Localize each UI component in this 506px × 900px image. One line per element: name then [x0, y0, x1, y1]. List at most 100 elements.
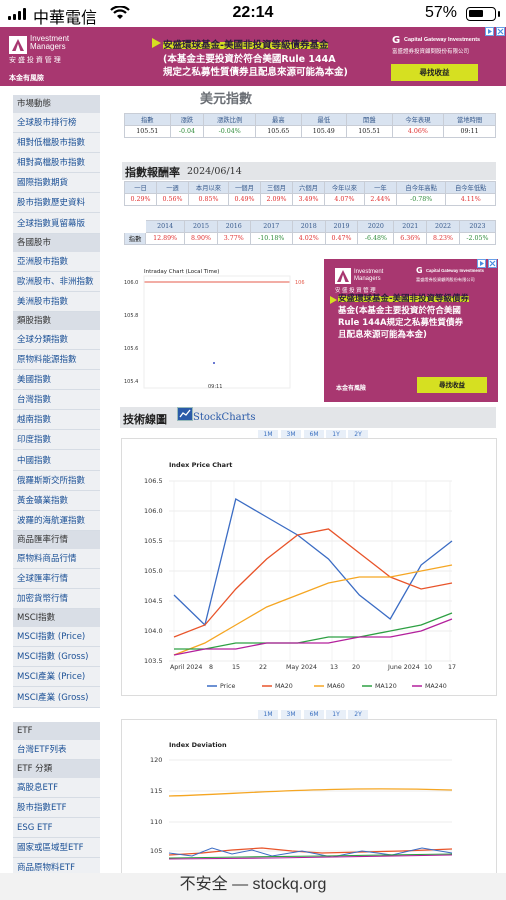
- returns-value: 0.29%: [123, 193, 158, 206]
- sidebar-item[interactable]: 全球匯率行情: [13, 569, 100, 589]
- sidebar-item[interactable]: 股市指數歷史資料: [13, 193, 100, 214]
- sidebar-item[interactable]: 全球股市排行榜: [13, 113, 100, 133]
- sidebar-item[interactable]: MSCI指數 (Gross): [13, 647, 100, 668]
- sidebar-item[interactable]: 國際指數期貨: [13, 173, 100, 194]
- ad-info-icon[interactable]: [485, 27, 494, 36]
- yearly-corner: [123, 220, 147, 233]
- ad-brand-cn: 安 盛 投 資 管 理: [9, 57, 61, 64]
- quote-value: -0.04: [169, 125, 205, 138]
- range-button-3m[interactable]: 3M: [281, 710, 301, 719]
- ad-close-icon[interactable]: [496, 27, 505, 36]
- yearly-header: 2018: [291, 220, 326, 233]
- range-button-6m[interactable]: 6M: [304, 710, 324, 719]
- top-ad-banner[interactable]: Investment Managers 安 盛 投 資 管 理 本金有風險 安盛…: [0, 27, 506, 86]
- ad-partner-1: Capital Gateway Investments: [404, 37, 481, 43]
- series-line-price: [173, 498, 453, 627]
- sidebar-item[interactable]: 俄羅斯斯交所指數: [13, 471, 100, 491]
- ad-close-icon[interactable]: [488, 259, 497, 268]
- side-ad-headline-1: 安盛環球基金-美國非投資等級債券: [338, 294, 470, 304]
- yearly-table: 2014 2015 2016 2017 2018 2019 2020 2021 2022 2023…: [123, 220, 497, 245]
- sidebar-item[interactable]: 商品原物料ETF: [13, 858, 100, 873]
- quote-header: 當地時間: [443, 113, 496, 126]
- sidebar-item[interactable]: 黃金礦業指數: [13, 491, 100, 511]
- quote-value: -0.04%: [203, 125, 257, 138]
- sidebar-item[interactable]: MSCI指數 (Price): [13, 627, 100, 648]
- returns-value: 2.09%: [259, 193, 293, 206]
- sidebar-item[interactable]: 美洲股市指數: [13, 292, 100, 312]
- price-xtick: 8: [209, 664, 213, 671]
- quote-value: 09:11: [443, 125, 496, 138]
- arrow-icon: [152, 38, 161, 48]
- sidebar-item[interactable]: 印度指數: [13, 430, 100, 451]
- sidebar-item[interactable]: MSCI產業 (Gross): [13, 688, 100, 708]
- range-button-1m[interactable]: 1M: [258, 710, 278, 719]
- arrow-icon: [330, 296, 337, 304]
- axa-logo-icon: [9, 36, 27, 54]
- sidebar-section-header: 各國股市: [13, 233, 100, 252]
- sidebar-item[interactable]: 歐洲股市、非洲指數: [13, 272, 100, 292]
- quote-header: 開盤: [346, 113, 393, 126]
- sidebar-item[interactable]: 加密貨幣行情: [13, 589, 100, 610]
- sidebar-item[interactable]: 台灣指數: [13, 390, 100, 411]
- url-bar[interactable]: 不安全 — stockq.org: [0, 873, 506, 900]
- sidebar-item[interactable]: 中國指數: [13, 451, 100, 471]
- yearly-header: 2017: [249, 220, 293, 233]
- ad-headline-3: 規定之私募性質債券且配息來源可能為本金): [163, 67, 348, 78]
- yearly-value: 12.89%: [145, 232, 186, 245]
- price-ytick: 103.5: [144, 657, 163, 665]
- stockcharts-logo-icon[interactable]: [177, 407, 193, 421]
- side-ad-cta-button[interactable]: 尋找收益: [417, 377, 487, 393]
- price-ytick: 105.0: [144, 567, 163, 575]
- price-chart-title: Index Price Chart: [169, 461, 232, 469]
- returns-value: 4.11%: [445, 193, 496, 206]
- price-xtick: 22: [259, 664, 267, 671]
- side-ad-headline-2: 基金(本基金主要投資於符合美國: [338, 306, 461, 316]
- sidebar-item[interactable]: 高股息ETF: [13, 778, 100, 798]
- sidebar-item[interactable]: MSCI產業 (Price): [13, 667, 100, 688]
- ad-partner-2: 富盛證券投資顧問股份有限公司: [392, 49, 470, 55]
- sidebar-item[interactable]: ESG ETF: [13, 818, 100, 838]
- sidebar-item[interactable]: 相對高檔股市指數: [13, 153, 100, 174]
- sidebar-section-header: 市場動態: [13, 95, 100, 113]
- quote-value: 4.06%: [391, 125, 445, 138]
- yearly-value: 0.47%: [324, 232, 359, 245]
- sidebar-item[interactable]: 全球指數覓留幕版: [13, 214, 100, 234]
- side-ad-banner[interactable]: Investment Managers 安 盛 投 資 管 理 G Capita…: [324, 259, 498, 402]
- sidebar-item[interactable]: 相對低檔股市指數: [13, 133, 100, 154]
- deviation-chart-title: Index Deviation: [169, 741, 227, 749]
- ad-headline-1: 安盛環球基金-美國非投資等級債券基金: [163, 40, 329, 51]
- battery-icon: [466, 7, 500, 21]
- sidebar-item[interactable]: 全球分類指數: [13, 330, 100, 350]
- sidebar-item[interactable]: 美國指數: [13, 370, 100, 391]
- sidebar-item[interactable]: 亞洲股市指數: [13, 252, 100, 272]
- stockcharts-link[interactable]: StockCharts: [193, 412, 256, 423]
- returns-value: 0.49%: [227, 193, 261, 206]
- sidebar-item[interactable]: 台灣ETF列表: [13, 740, 100, 760]
- legend-label: MA60: [327, 683, 345, 690]
- deviation-ma20-line: [168, 847, 453, 856]
- intraday-plot-area: [143, 275, 291, 389]
- sidebar-item[interactable]: 股市指數ETF: [13, 798, 100, 818]
- range-button-2y[interactable]: 2Y: [348, 710, 368, 719]
- range-button-1y[interactable]: 1Y: [326, 710, 346, 719]
- quote-value: 105.51: [124, 125, 171, 138]
- sidebar-item[interactable]: 原物料能源指數: [13, 350, 100, 370]
- legend-label: MA20: [275, 683, 293, 690]
- sidebar-item[interactable]: 國家或區域型ETF: [13, 838, 100, 858]
- price-ytick: 105.5: [144, 537, 163, 545]
- ad-cta-button[interactable]: 尋找收益: [391, 64, 478, 81]
- sidebar-item[interactable]: 越南指數: [13, 410, 100, 431]
- returns-value: 2.44%: [363, 193, 397, 206]
- price-xtick: 15: [232, 664, 240, 671]
- sidebar-section-header: 商品匯率行情: [13, 530, 100, 549]
- legend-label: Price: [220, 683, 235, 690]
- sidebar-section-header: ETF: [13, 721, 100, 740]
- sidebar-item[interactable]: 原物料商品行情: [13, 549, 100, 569]
- ad-info-icon[interactable]: [477, 259, 486, 268]
- returns-date: 2024/06/14: [187, 166, 242, 177]
- sidebar-section-header: ETF 分類: [13, 759, 100, 778]
- sidebar-item[interactable]: 波羅的海航運指數: [13, 511, 100, 531]
- yearly-value: 3.77%: [216, 232, 251, 245]
- returns-header-cell: 一個月: [227, 181, 261, 194]
- price-xtick: June 2024: [387, 664, 420, 671]
